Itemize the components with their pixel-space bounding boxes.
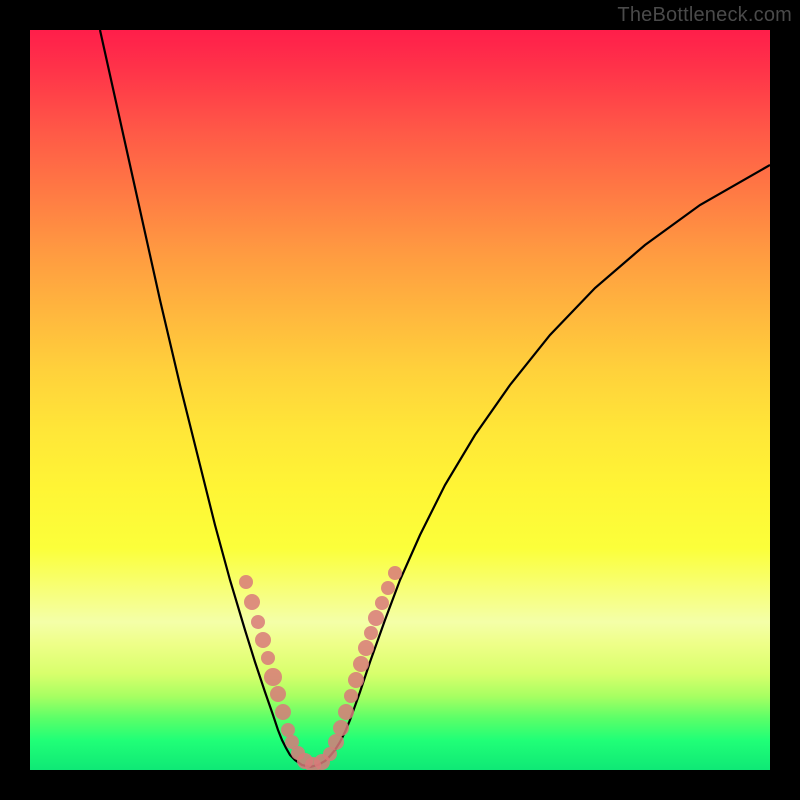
data-dot	[364, 626, 378, 640]
data-dot	[264, 668, 282, 686]
curve-left-path	[100, 30, 310, 767]
data-dots	[239, 566, 402, 770]
data-dot	[375, 596, 389, 610]
data-dot	[328, 734, 344, 750]
data-dot	[281, 723, 295, 737]
data-dot	[251, 615, 265, 629]
bottleneck-curve-svg	[30, 30, 770, 770]
data-dot	[344, 689, 358, 703]
data-dot	[239, 575, 253, 589]
data-dot	[388, 566, 402, 580]
data-dot	[275, 704, 291, 720]
curve-right-path	[310, 165, 770, 767]
data-dot	[358, 640, 374, 656]
data-dot	[368, 610, 384, 626]
data-dot	[244, 594, 260, 610]
data-dot	[353, 656, 369, 672]
data-dot	[333, 720, 349, 736]
data-dot	[261, 651, 275, 665]
chart-area	[30, 30, 770, 770]
data-dot	[381, 581, 395, 595]
watermark-text: TheBottleneck.com	[617, 4, 792, 27]
data-dot	[338, 704, 354, 720]
data-dot	[255, 632, 271, 648]
data-dot	[348, 672, 364, 688]
data-dot	[270, 686, 286, 702]
